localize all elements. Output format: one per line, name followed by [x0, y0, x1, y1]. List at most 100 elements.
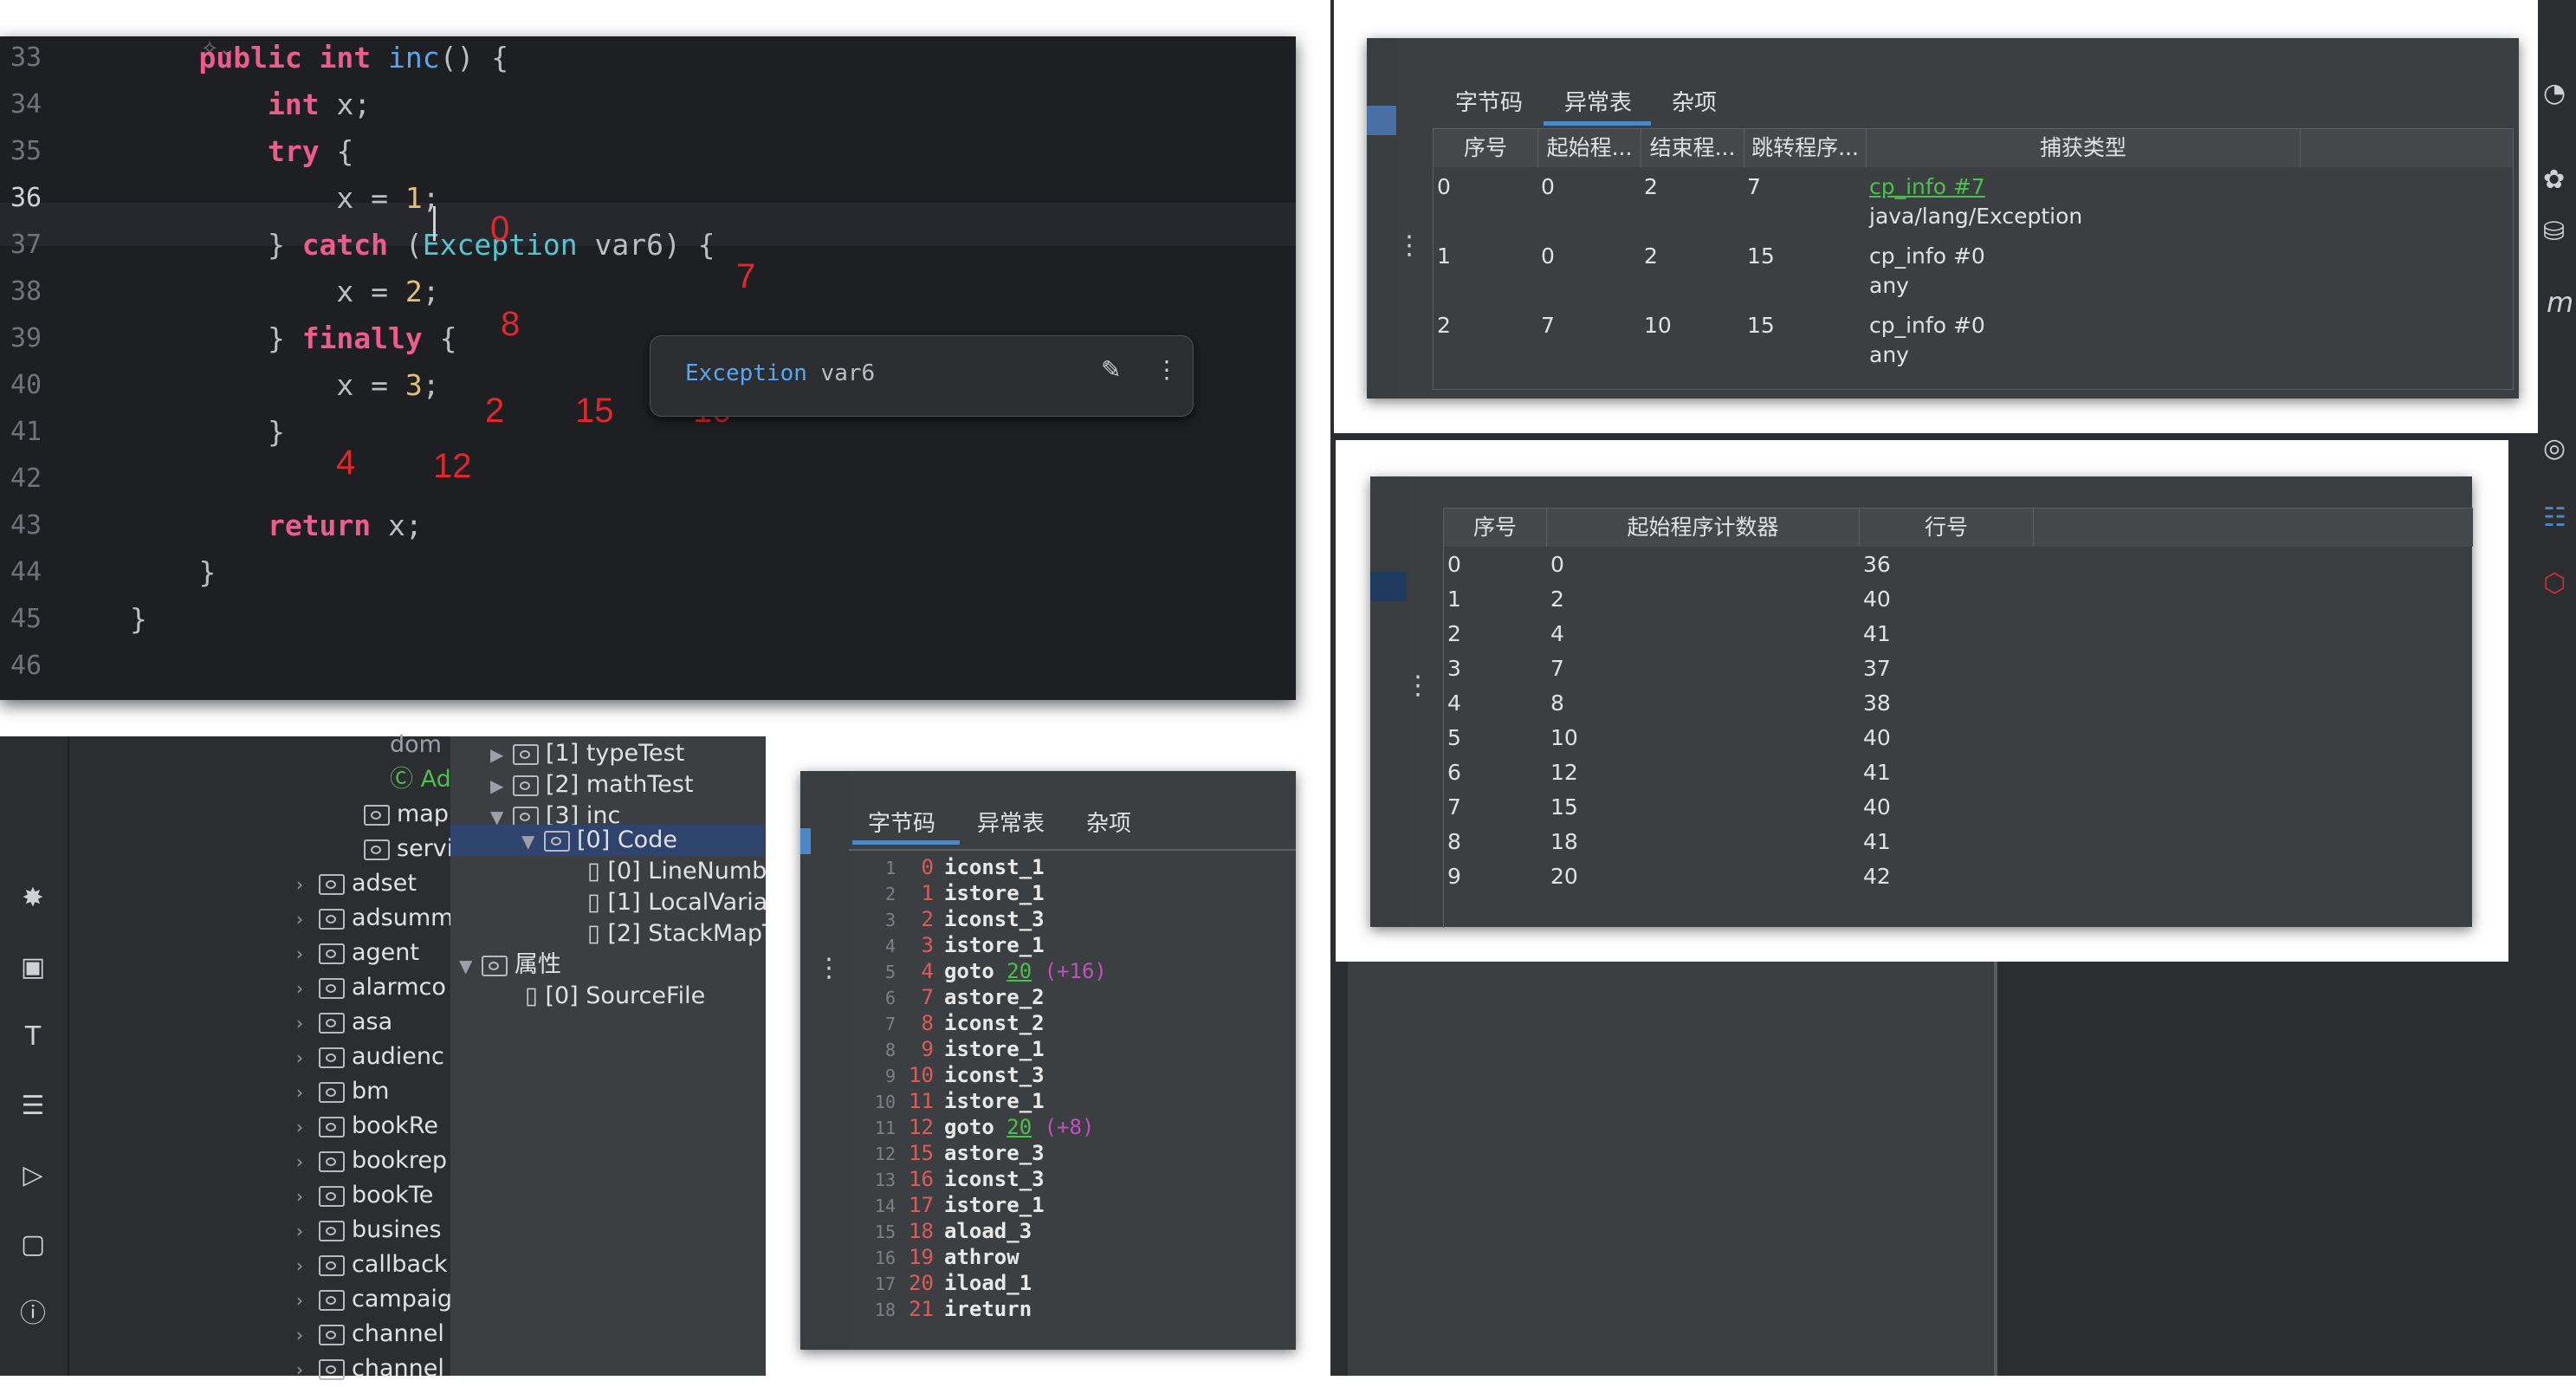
- bytecode-row[interactable]: 5 4 goto 20 (+16): [866, 958, 1107, 984]
- line-number[interactable]: 33: [10, 36, 62, 81]
- column-header[interactable]: 序号: [1434, 129, 1538, 167]
- tree-item-folder[interactable]: › callback: [296, 1248, 448, 1282]
- build-icon[interactable]: T: [14, 1018, 52, 1056]
- bytecode-row[interactable]: 2 1 istore_1: [866, 880, 1045, 906]
- more-icon[interactable]: ⋮: [1155, 355, 1179, 384]
- tree-item-folder[interactable]: › bookRe: [296, 1109, 438, 1144]
- bytecode-row[interactable]: 3 2 iconst_3: [866, 906, 1045, 932]
- line-number[interactable]: 39: [10, 315, 62, 362]
- line-number[interactable]: 43: [10, 502, 62, 549]
- bytecode-row[interactable]: 18 21 ireturn: [866, 1296, 1032, 1322]
- line-number[interactable]: 36: [10, 175, 62, 222]
- tab-misc[interactable]: 杂项: [1086, 806, 1131, 838]
- bytecode-row[interactable]: 16 19 athrow: [866, 1244, 1019, 1270]
- bytecode-row[interactable]: 15 18 aload_3: [866, 1218, 1032, 1244]
- background-divider: [1994, 962, 1997, 1376]
- tree-item-folder[interactable]: › asa: [296, 1005, 392, 1040]
- column-header[interactable]: 结束程...: [1641, 129, 1744, 167]
- maven-icon[interactable]: m: [2547, 286, 2573, 319]
- bytecode-row[interactable]: 11 12 goto 20 (+8): [866, 1114, 1095, 1140]
- variable-popup[interactable]: Exception var6 ✎ ⋮: [650, 335, 1194, 417]
- column-header[interactable]: 跳转程序...: [1744, 129, 1867, 167]
- drag-handle-icon[interactable]: ⋮: [816, 956, 842, 982]
- terminal-icon[interactable]: ▣: [14, 949, 52, 987]
- tree-item-code[interactable]: ▼ [0] Code: [521, 823, 677, 858]
- line-number[interactable]: 34: [10, 81, 62, 128]
- line-number[interactable]: 41: [10, 409, 62, 456]
- folder-icon: [513, 775, 539, 796]
- code-token: x =: [130, 368, 405, 402]
- database-icon[interactable]: ⛁: [2543, 217, 2565, 247]
- tree-item-typeTest[interactable]: ▶ [1] typeTest: [490, 736, 684, 771]
- column-header[interactable]: 起始程序计数器: [1547, 509, 1860, 547]
- tree-item-folder[interactable]: › alarmco: [296, 970, 446, 1005]
- line-number[interactable]: 40: [10, 362, 62, 409]
- bytecode-row[interactable]: 6 7 astore_2: [866, 984, 1045, 1010]
- console-icon[interactable]: ▢: [14, 1226, 52, 1264]
- tree-item-mathTest[interactable]: ▶ [2] mathTest: [490, 768, 694, 802]
- tree-item-folder[interactable]: › bm: [296, 1074, 389, 1109]
- line-number[interactable]: 44: [10, 549, 62, 596]
- tab-bytecode[interactable]: 字节码: [1455, 85, 1523, 117]
- bytecode-row[interactable]: 10 11 istore_1: [866, 1088, 1045, 1114]
- edit-icon[interactable]: ✎: [1101, 355, 1121, 384]
- tree-partial-item[interactable]: dom: [390, 728, 442, 762]
- line-number[interactable]: 35: [10, 128, 62, 175]
- tree-item-folder[interactable]: › bookrep: [296, 1144, 447, 1178]
- bytecode-row[interactable]: 13 16 iconst_3: [866, 1166, 1045, 1192]
- cp-info-link[interactable]: cp_info #7: [1869, 174, 1985, 199]
- tree-item-folder[interactable]: › agent: [296, 936, 419, 970]
- tree-item-folder[interactable]: › audienc: [296, 1040, 444, 1074]
- jump-target-link[interactable]: 20: [1006, 1115, 1032, 1139]
- tree-item-folder[interactable]: › channel: [296, 1317, 444, 1351]
- tree-item-sourcefile[interactable]: ▯ [0] SourceFile: [525, 979, 705, 1014]
- tree-item-folder[interactable]: › campaig: [296, 1282, 452, 1317]
- problems-icon[interactable]: ⓘ: [14, 1295, 52, 1333]
- tree-item-localvariable[interactable]: ▯ [1] LocalVariab: [587, 885, 766, 920]
- tree-item-folder[interactable]: › busines: [296, 1213, 442, 1248]
- debug-icon[interactable]: ✸: [14, 879, 52, 917]
- tree-item-attributes[interactable]: ▼ 属性: [459, 948, 561, 982]
- bytecode-row[interactable]: 1 0 iconst_1: [866, 854, 1045, 880]
- drag-handle-icon[interactable]: ⋮: [1405, 673, 1431, 699]
- drag-handle-icon[interactable]: ⋮: [1396, 233, 1422, 259]
- tree-item-folder[interactable]: › adsumm: [296, 901, 453, 936]
- tree-item-stackmap[interactable]: ▯ [2] StackMapT: [587, 917, 766, 951]
- line-number[interactable]: 45: [10, 596, 62, 643]
- column-header[interactable]: 行号: [1860, 509, 2034, 547]
- column-header[interactable]: 捕获类型: [1867, 129, 2301, 167]
- bytecode-row[interactable]: 8 9 istore_1: [866, 1036, 1045, 1062]
- bytecode-row[interactable]: 17 20 iload_1: [866, 1270, 1032, 1296]
- line-number[interactable]: 38: [10, 269, 62, 315]
- bytecode-row[interactable]: 7 8 iconst_2: [866, 1010, 1045, 1036]
- tree-partial-item[interactable]: servi: [364, 832, 453, 866]
- tab-bytecode[interactable]: 字节码: [868, 806, 935, 838]
- gradle-icon[interactable]: ◎: [2543, 433, 2566, 463]
- code-editor[interactable]: ✧⌄ 33 public int inc() {34 int x; 35 try …: [0, 36, 1296, 700]
- column-header[interactable]: 序号: [1444, 509, 1547, 547]
- tree-item-linenumber[interactable]: ▯ [0] LineNumbe: [587, 854, 766, 889]
- bytecode-row[interactable]: 9 10 iconst_3: [866, 1062, 1045, 1088]
- tab-misc[interactable]: 杂项: [1672, 85, 1717, 117]
- tree-item-folder[interactable]: › adset: [296, 866, 417, 901]
- bytecode-row[interactable]: 12 15 astore_3: [866, 1140, 1045, 1166]
- bytecode-row[interactable]: 14 17 istore_1: [866, 1192, 1045, 1218]
- jump-target-link[interactable]: 20: [1006, 959, 1032, 983]
- tree-partial-item[interactable]: mapp: [364, 797, 463, 832]
- tree-item-folder[interactable]: › bookTe: [296, 1178, 433, 1213]
- tab-exception-table[interactable]: 异常表: [1564, 85, 1632, 117]
- calculator-icon[interactable]: ☷: [2543, 502, 2566, 533]
- bytecode-row[interactable]: 4 3 istore_1: [866, 932, 1045, 958]
- tree-item-folder[interactable]: › channel: [296, 1351, 444, 1386]
- copilot-icon[interactable]: ✿: [2543, 165, 2565, 195]
- structure-icon[interactable]: ☰: [14, 1087, 52, 1125]
- line-number[interactable]: 42: [10, 456, 62, 502]
- tab-exception-table[interactable]: 异常表: [977, 806, 1045, 838]
- line-number[interactable]: 37: [10, 222, 62, 269]
- plugin-cube-icon[interactable]: ⬡: [2543, 568, 2566, 599]
- run-icon[interactable]: ▷: [14, 1157, 52, 1195]
- line-number[interactable]: 46: [10, 643, 62, 690]
- notifications-icon[interactable]: ◔: [2543, 78, 2566, 108]
- column-header[interactable]: 起始程...: [1538, 129, 1641, 167]
- tree-partial-class[interactable]: Ⓒ Ad: [390, 762, 451, 797]
